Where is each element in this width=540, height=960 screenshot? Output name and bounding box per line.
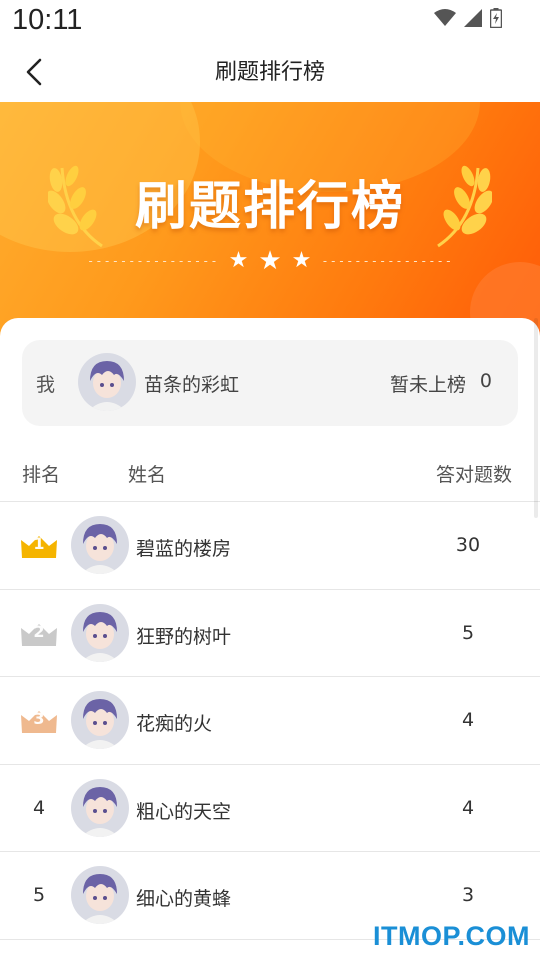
silver-medal-icon: 2 (20, 622, 58, 648)
me-label: 我 (36, 374, 56, 396)
table-row[interactable]: 1 碧蓝的楼房 30 (0, 502, 540, 590)
rank-number: 4 (32, 796, 46, 819)
battery-charging-icon (490, 8, 502, 28)
avatar (78, 353, 136, 411)
table-row[interactable]: 4 粗心的天空 4 (0, 765, 540, 852)
wifi-icon (434, 9, 456, 26)
scrollbar[interactable] (534, 318, 538, 518)
table-row[interactable]: 3 花痴的火 4 (0, 677, 540, 765)
column-header-name: 姓名 (128, 464, 167, 486)
table-header: 排名 姓名 答对题数 (0, 444, 540, 502)
my-score: 0 (479, 370, 492, 392)
leaderboard-banner: 刷题排行榜 ---------------- ★ ★ ★ -----------… (0, 102, 540, 342)
avatar (71, 603, 129, 662)
correct-count: 5 (461, 621, 475, 644)
leaderboard-list: 1 碧蓝的楼房 30 2 狂野的树叶 5 3 花痴的火 4 4 粗心的天空 4 5 细心的黄蜂 3 (0, 502, 540, 940)
user-name: 碧蓝的楼房 (136, 538, 232, 560)
leaderboard-card: 我 苗条的彩虹 暂未上榜 0 排名 姓名 答对题数 1 碧蓝的楼房 30 2 狂野的树叶… (0, 318, 540, 960)
watermark: ITMOP.COM (372, 921, 530, 951)
star-icon: ★ (258, 246, 282, 276)
status-bar: 10:11 (0, 0, 540, 44)
correct-count: 4 (461, 796, 475, 819)
page-title: 刷题排行榜 (214, 60, 325, 85)
star-icon: ★ (228, 248, 249, 273)
table-row[interactable]: 2 狂野的树叶 5 (0, 590, 540, 677)
user-name: 花痴的火 (136, 713, 213, 735)
my-name: 苗条的彩虹 (144, 374, 240, 396)
my-rank-row: 我 苗条的彩虹 暂未上榜 0 (22, 340, 518, 426)
column-header-score: 答对题数 (435, 464, 512, 486)
my-rank-status: 暂未上榜 (389, 374, 466, 396)
rank-number: 3 (33, 709, 45, 728)
user-name: 狂野的树叶 (136, 625, 232, 648)
signal-icon (464, 9, 482, 27)
user-name: 粗心的天空 (136, 800, 232, 823)
banner-divider: ---------------- ★ ★ ★ ---------------- (0, 248, 540, 274)
correct-count: 4 (461, 709, 475, 731)
dashed-line: ---------------- (87, 254, 219, 268)
avatar (71, 691, 129, 749)
rank-number: 5 (32, 884, 46, 906)
avatar (71, 778, 129, 837)
avatar (71, 866, 129, 924)
status-time: 10:11 (12, 4, 83, 36)
rank-number: 2 (33, 621, 45, 641)
column-header-rank: 排名 (22, 464, 61, 486)
banner-title: 刷题排行榜 (134, 177, 405, 237)
rank-number: 1 (33, 534, 45, 553)
gold-medal-icon: 1 (20, 534, 58, 560)
dashed-line: ---------------- (321, 254, 453, 268)
bronze-medal-icon: 3 (20, 709, 58, 735)
correct-count: 30 (455, 534, 481, 556)
correct-count: 3 (461, 884, 475, 906)
app-header: 刷题排行榜 (0, 44, 540, 102)
avatar (71, 516, 129, 574)
status-icons (434, 8, 502, 28)
star-icon: ★ (291, 248, 312, 273)
user-name: 细心的黄蜂 (136, 888, 232, 910)
